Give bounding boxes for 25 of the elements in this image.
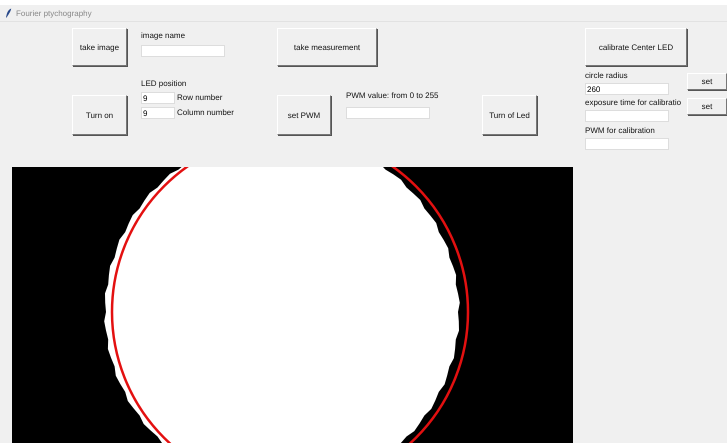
led-position-label: LED position <box>141 79 186 89</box>
row-number-label: Row number <box>177 93 222 103</box>
calibrate-center-led-button[interactable]: calibrate Center LED <box>585 28 687 66</box>
set-pwm-button[interactable]: set PWM <box>277 95 331 135</box>
take-image-button[interactable]: take image <box>72 28 127 66</box>
pwm-value-field[interactable] <box>346 107 430 119</box>
turn-off-led-button[interactable]: Turn of Led <box>482 95 537 135</box>
feather-icon <box>6 8 12 18</box>
pwm-calibration-field[interactable] <box>585 138 669 150</box>
take-measurement-button[interactable]: take measurement <box>277 28 377 66</box>
pwm-calibration-label: PWM for calibration <box>585 126 655 136</box>
column-number-label: Column number <box>177 108 234 118</box>
exposure-time-field[interactable] <box>585 110 669 122</box>
exposure-time-label: exposure time for calibratio <box>585 98 682 108</box>
column-number-field[interactable]: 9 <box>141 107 175 119</box>
set-exposure-button[interactable]: set <box>687 98 727 115</box>
image-name-label: image name <box>141 31 186 41</box>
row-number-field[interactable]: 9 <box>141 92 175 104</box>
set-radius-button[interactable]: set <box>687 73 727 90</box>
window-title: Fourier ptychography <box>16 8 92 18</box>
circle-radius-label: circle radius <box>585 71 628 81</box>
image-name-field[interactable] <box>141 45 225 57</box>
turn-on-button[interactable]: Turn on <box>72 95 127 135</box>
circle-radius-field[interactable]: 260 <box>585 83 669 95</box>
pwm-value-label: PWM value: from 0 to 255 <box>346 91 438 101</box>
